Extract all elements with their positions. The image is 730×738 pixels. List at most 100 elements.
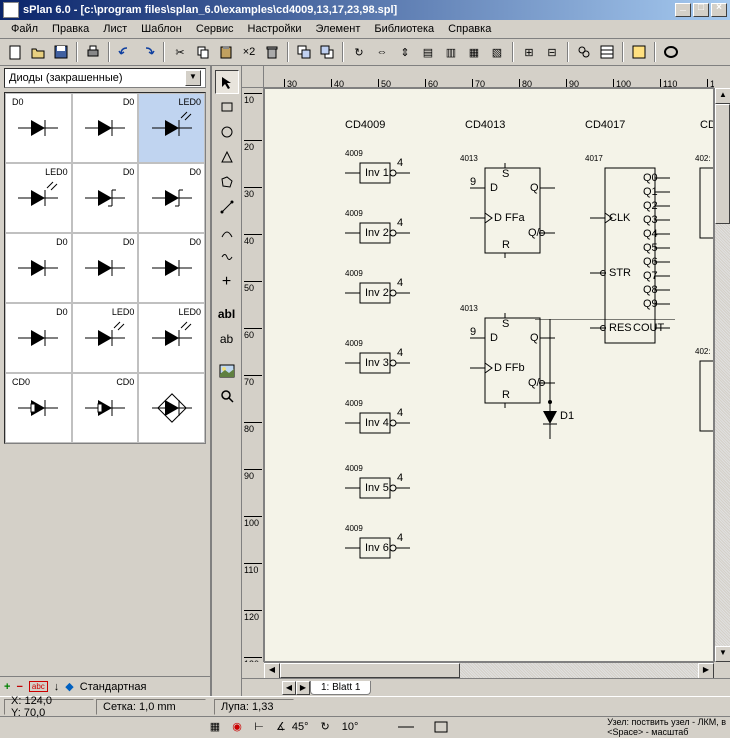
menu-template[interactable]: Шаблон bbox=[134, 21, 189, 37]
ungroup-icon[interactable]: ⊟ bbox=[541, 41, 563, 63]
rotate-icon[interactable]: ↻ bbox=[348, 41, 370, 63]
maximize-button[interactable]: □ bbox=[693, 3, 709, 17]
menu-file[interactable]: Файл bbox=[4, 21, 45, 37]
lib-item-cd0-2[interactable]: CD0 bbox=[72, 373, 139, 443]
node-tool[interactable]: + bbox=[215, 270, 239, 294]
menu-edit[interactable]: Правка bbox=[45, 21, 96, 37]
lib-item-d0-3[interactable]: D0 bbox=[5, 233, 72, 303]
menu-element[interactable]: Элемент bbox=[308, 21, 367, 37]
inverter[interactable]: 4009Inv 14 bbox=[345, 149, 415, 191]
save-icon[interactable] bbox=[50, 41, 72, 63]
svg-text:R: R bbox=[502, 389, 510, 401]
duplicate-icon[interactable]: ×2 bbox=[238, 41, 260, 63]
lib-item-led0-3[interactable]: LED0 bbox=[72, 303, 139, 373]
tab-next[interactable]: ▶ bbox=[296, 681, 310, 695]
text-tool[interactable]: abI bbox=[215, 302, 239, 326]
scrollbar-vertical[interactable]: ▲ ▼ bbox=[714, 88, 730, 662]
flipflop[interactable]: 4013S9DD FFaRQQ/ bbox=[460, 154, 560, 261]
lib-item-d0-4[interactable]: D0 bbox=[72, 233, 139, 303]
fill-style-icon[interactable] bbox=[434, 721, 448, 733]
svg-text:Q/: Q/ bbox=[528, 227, 541, 239]
menu-library[interactable]: Библиотека bbox=[367, 21, 441, 37]
line-tool[interactable] bbox=[215, 195, 239, 219]
front-icon[interactable] bbox=[293, 41, 315, 63]
lib-item-bridge[interactable] bbox=[138, 373, 205, 443]
svg-text:Inv 4: Inv 4 bbox=[365, 417, 389, 429]
pointer-tool[interactable] bbox=[215, 70, 239, 94]
zoom-tool[interactable] bbox=[215, 384, 239, 408]
bezier2-tool[interactable] bbox=[215, 245, 239, 269]
menu-service[interactable]: Сервис bbox=[189, 21, 241, 37]
label-icon[interactable]: abc bbox=[29, 681, 48, 692]
line-style-icon[interactable] bbox=[398, 721, 414, 733]
group-icon[interactable]: ⊞ bbox=[518, 41, 540, 63]
lib-item-cd0-1[interactable]: CD0 bbox=[5, 373, 72, 443]
dropdown-arrow-icon[interactable]: ▼ bbox=[185, 70, 201, 86]
align-b-icon[interactable]: ▧ bbox=[486, 41, 508, 63]
list-icon[interactable] bbox=[596, 41, 618, 63]
close-button[interactable]: × bbox=[711, 3, 727, 17]
flip-h-icon[interactable]: ⇔ bbox=[371, 41, 393, 63]
inverter[interactable]: 4009Inv 34 bbox=[345, 339, 415, 381]
library-dropdown[interactable]: Диоды (закрашенные) ▼ bbox=[4, 68, 206, 88]
new-icon[interactable] bbox=[4, 41, 26, 63]
minus-icon[interactable]: − bbox=[16, 681, 22, 693]
poly-tool[interactable] bbox=[215, 145, 239, 169]
lib-item-d0-6[interactable]: D0 bbox=[5, 303, 72, 373]
inverter[interactable]: 4009Inv 54 bbox=[345, 464, 415, 506]
lib-item-diode-d0[interactable]: D0 bbox=[5, 93, 72, 163]
menu-settings[interactable]: Настройки bbox=[241, 21, 309, 37]
help-icon[interactable] bbox=[628, 41, 650, 63]
align-t-icon[interactable]: ▦ bbox=[463, 41, 485, 63]
tab-prev[interactable]: ◀ bbox=[282, 681, 296, 695]
plus-icon[interactable]: + bbox=[4, 681, 10, 693]
ortho-icon[interactable]: ⊢ bbox=[248, 716, 270, 738]
paste-icon[interactable] bbox=[215, 41, 237, 63]
align-r-icon[interactable]: ▥ bbox=[440, 41, 462, 63]
delete-icon[interactable] bbox=[261, 41, 283, 63]
poly2-tool[interactable] bbox=[215, 170, 239, 194]
lib-item-led0[interactable]: LED0 bbox=[138, 93, 205, 163]
chip-partial[interactable]: 402: bbox=[695, 154, 714, 246]
open-icon[interactable] bbox=[27, 41, 49, 63]
lib-item-diode-d0-alt[interactable]: D0 bbox=[72, 93, 139, 163]
circle-tool[interactable] bbox=[215, 120, 239, 144]
schematic-canvas[interactable]: CD4009CD4013CD4017CD4009Inv 144009Inv 24… bbox=[264, 88, 714, 662]
align-l-icon[interactable]: ▤ bbox=[417, 41, 439, 63]
find-icon[interactable] bbox=[573, 41, 595, 63]
snap-icon[interactable]: ◉ bbox=[226, 716, 248, 738]
menu-sheet[interactable]: Лист bbox=[96, 21, 134, 37]
chip-title: CD4009 bbox=[345, 119, 385, 131]
inverter[interactable]: 4009Inv 64 bbox=[345, 524, 415, 566]
image-tool[interactable] bbox=[215, 359, 239, 383]
undo-icon[interactable] bbox=[114, 41, 136, 63]
lib-item-d0-5[interactable]: D0 bbox=[138, 233, 205, 303]
inverter[interactable]: 4009Inv 44 bbox=[345, 399, 415, 441]
zoom-fit-icon[interactable] bbox=[660, 41, 682, 63]
svg-text:4: 4 bbox=[397, 278, 403, 289]
back-icon[interactable] bbox=[316, 41, 338, 63]
minimize-button[interactable]: _ bbox=[675, 3, 691, 17]
lib-item-d0-zener[interactable]: D0 bbox=[72, 163, 139, 233]
lib-item-led0-4[interactable]: LED0 bbox=[138, 303, 205, 373]
lib-item-led0-2[interactable]: LED0 bbox=[5, 163, 72, 233]
book-icon[interactable]: ◆ bbox=[65, 680, 73, 693]
lib-item-d0-zener2[interactable]: D0 bbox=[138, 163, 205, 233]
scrollbar-horizontal[interactable]: ◀ ▶ bbox=[264, 662, 714, 678]
print-icon[interactable] bbox=[82, 41, 104, 63]
sheet-tab[interactable]: 1: Blatt 1 bbox=[310, 681, 371, 695]
grid-toggle-icon[interactable]: ▦ bbox=[204, 716, 226, 738]
text2-tool[interactable]: ab bbox=[215, 327, 239, 351]
copy-icon[interactable] bbox=[192, 41, 214, 63]
bezier-tool[interactable] bbox=[215, 220, 239, 244]
chip-partial[interactable]: 402: bbox=[695, 347, 714, 439]
redo-icon[interactable] bbox=[137, 41, 159, 63]
flip-v-icon[interactable]: ⇕ bbox=[394, 41, 416, 63]
cut-icon[interactable]: ✂ bbox=[169, 41, 191, 63]
svg-text:D: D bbox=[490, 332, 498, 344]
menu-help[interactable]: Справка bbox=[441, 21, 498, 37]
inverter[interactable]: 4009Inv 24 bbox=[345, 209, 415, 251]
inverter[interactable]: 4009Inv 24 bbox=[345, 269, 415, 311]
down-icon[interactable]: ↓ bbox=[54, 681, 60, 693]
rect-tool[interactable] bbox=[215, 95, 239, 119]
